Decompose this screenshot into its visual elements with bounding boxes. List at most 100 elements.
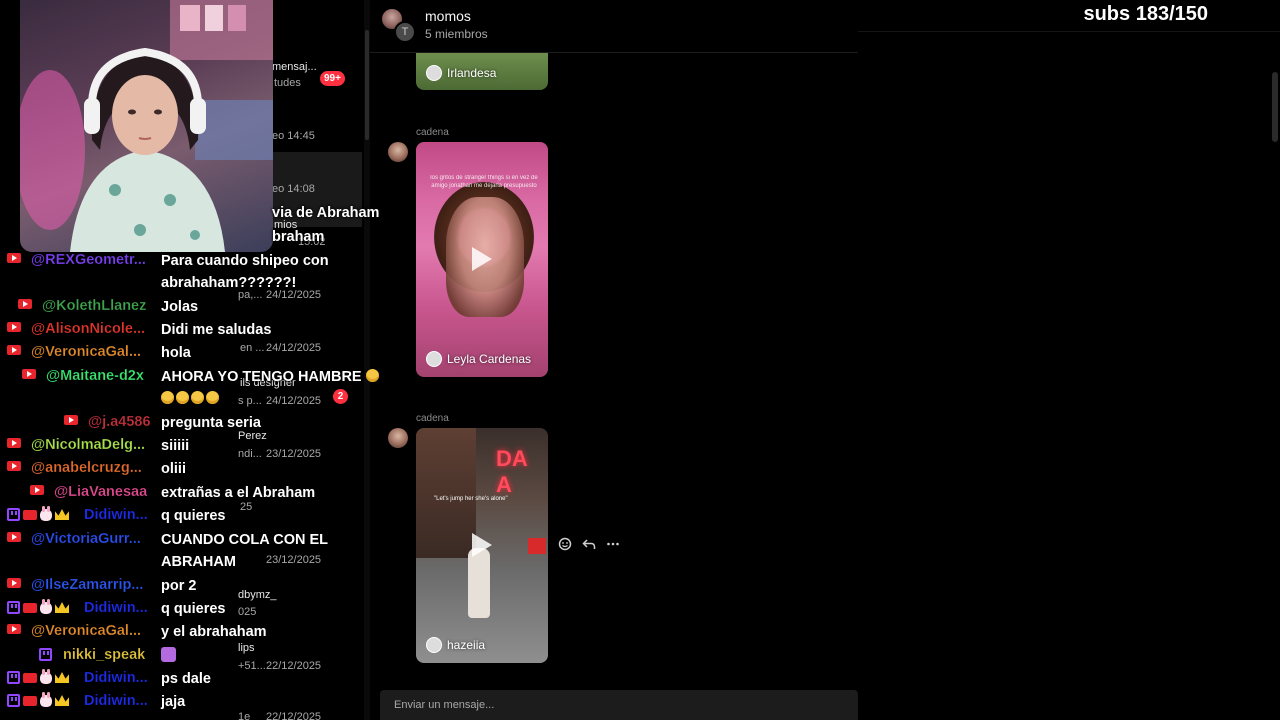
conversation-panel: T momos 5 miembros Irlandesa cadena los … [370, 0, 858, 720]
sender-avatar[interactable] [388, 142, 408, 162]
shared-reel-card[interactable]: Irlandesa [416, 53, 548, 90]
chat-message-text: hola [161, 342, 397, 364]
chat-text: braham [272, 229, 325, 245]
sticker-emote-icon [161, 647, 176, 662]
chat-text: pregunta seria [161, 415, 261, 431]
dm-row-text[interactable]: mensaj... [272, 61, 317, 73]
chat-message-meta [7, 598, 69, 614]
dm-row-text[interactable]: eo 14:45 [272, 130, 315, 142]
chat-message-text: braham [272, 226, 508, 248]
youtube-icon [7, 578, 21, 588]
twitch-icon [7, 694, 20, 707]
youtube-icon [7, 532, 21, 542]
chat-username[interactable]: Didiwin... [84, 670, 148, 686]
chat-message-text: ps dale [161, 668, 397, 690]
conversation-header[interactable]: T momos 5 miembros [370, 0, 858, 53]
chat-username[interactable]: @Maitane-d2x [46, 368, 144, 384]
reel-owner-name: Leyla Cardenas [447, 352, 532, 366]
react-icon[interactable] [558, 537, 572, 551]
chat-username[interactable]: @VeronicaGal... [31, 344, 141, 360]
youtube-icon [7, 438, 21, 448]
chat-username[interactable]: Didiwin... [84, 693, 148, 709]
chat-message-text: CUANDO COLA CON EL ABRAHAM [161, 529, 397, 573]
group-member-count: 5 miembros [425, 27, 488, 41]
more-options-icon[interactable] [606, 537, 620, 551]
chat-message-text [161, 645, 397, 667]
broadcaster-icon [23, 695, 37, 706]
chat-username[interactable]: @NicolmaDelg... [31, 437, 145, 453]
shared-reel-card[interactable]: DA A "Let's jump her she's alone" hazeii… [416, 428, 548, 663]
chat-message-meta [18, 299, 32, 309]
dm-row-text[interactable]: tudes [274, 77, 301, 89]
chat-message-meta [30, 485, 44, 495]
chat-username[interactable]: @KolethLlanez [42, 298, 147, 314]
chat-message-meta [7, 532, 21, 542]
chat-username[interactable]: @anabelcruzg... [31, 460, 142, 476]
reel-owner: hazeiia [426, 637, 485, 653]
reply-icon[interactable] [582, 537, 596, 551]
chat-username[interactable]: @IlseZamarrip... [31, 577, 144, 593]
pleading-face-emoji-icon [365, 369, 379, 382]
chat-text: ps dale [161, 671, 211, 687]
twitch-icon [7, 601, 20, 614]
chat-message-text: AHORA YO TENGO HAMBRE [161, 366, 397, 410]
message-input[interactable] [380, 690, 858, 720]
webcam-overlay [20, 0, 273, 252]
twitch-icon [39, 648, 52, 661]
broadcaster-icon [23, 509, 37, 520]
owner-avatar [426, 65, 442, 81]
youtube-icon [7, 461, 21, 471]
message-actions [558, 537, 620, 551]
crown-icon [55, 509, 69, 520]
dm-row-text[interactable]: eo 14:08 [272, 183, 315, 195]
chat-message-meta [22, 369, 36, 379]
youtube-icon [64, 415, 78, 425]
play-icon [472, 247, 492, 271]
scrollbar-thumb[interactable] [365, 30, 369, 140]
chat-message-text: via de Abraham [272, 202, 508, 224]
reel-owner-name: hazeiia [447, 638, 486, 652]
message-composer[interactable] [380, 690, 858, 720]
chat-message-text: oliii [161, 458, 397, 480]
chat-message-text: Para cuando shipeo con abrahaham??????! [161, 250, 397, 294]
chat-username[interactable]: @j.a4586 [88, 414, 151, 430]
chat-message-meta [7, 345, 21, 355]
chat-username[interactable]: @AlisonNicole... [31, 321, 145, 337]
chat-username[interactable]: @REXGeometr... [31, 252, 146, 268]
youtube-icon [7, 253, 21, 263]
chat-message-text: pregunta seria [161, 412, 397, 434]
sender-name: cadena [416, 413, 449, 424]
chat-message-text: y el abrahaham [161, 621, 397, 643]
chat-text: extrañas a el Abraham [161, 485, 316, 501]
crown-icon [55, 602, 69, 613]
chat-username[interactable]: @VeronicaGal... [31, 623, 141, 639]
play-icon [472, 533, 492, 557]
reel-owner: Irlandesa [426, 65, 496, 81]
chat-message-meta [7, 668, 69, 684]
crown-icon [55, 672, 69, 683]
group-name[interactable]: momos [425, 8, 471, 24]
chat-username[interactable]: Didiwin... [84, 507, 148, 523]
chat-message-meta [7, 578, 21, 588]
chat-username[interactable]: Didiwin... [84, 600, 148, 616]
chat-username[interactable]: nikki_speak [63, 647, 145, 663]
bunny-emote-icon [40, 505, 52, 521]
divider [858, 31, 1280, 32]
group-avatar[interactable]: T [380, 7, 416, 43]
owner-avatar [426, 637, 442, 653]
chat-username[interactable]: @LiaVanesaa [54, 484, 147, 500]
right-scrollbar[interactable] [1272, 72, 1278, 142]
reel-caption: los gritos de stranger things si en vez … [430, 175, 538, 189]
chat-username[interactable]: @VictoriaGurr... [31, 531, 141, 547]
chat-message-meta [7, 691, 69, 707]
chat-message-meta [64, 415, 78, 425]
chat-text: via de Abraham [272, 205, 380, 221]
reel-thumbnail-character [468, 548, 490, 618]
crown-icon [55, 695, 69, 706]
broadcaster-icon [23, 602, 37, 613]
shared-reel-card[interactable]: los gritos de stranger things si en vez … [416, 142, 548, 377]
chat-message-meta [7, 253, 21, 263]
chat-text: q quieres [161, 601, 226, 617]
reel-caption: "Let's jump her she's alone" [434, 496, 508, 502]
reel-thumbnail-wall [416, 428, 476, 558]
